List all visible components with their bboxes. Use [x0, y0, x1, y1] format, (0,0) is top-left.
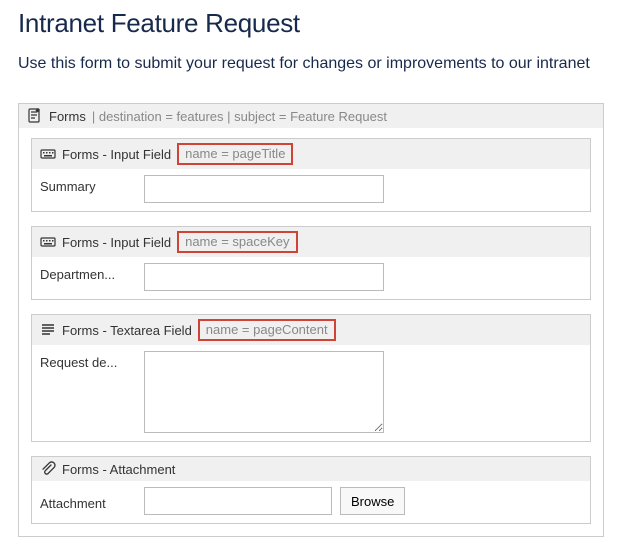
- macro-body: Forms - Input Field name = pageTitle Sum…: [19, 128, 603, 536]
- textarea-icon: [40, 322, 56, 338]
- field-type-label: Forms - Textarea Field: [62, 323, 192, 338]
- department-input[interactable]: [144, 263, 384, 291]
- field-page-title: Forms - Input Field name = pageTitle Sum…: [31, 138, 591, 212]
- field-space-key: Forms - Input Field name = spaceKey Depa…: [31, 226, 591, 300]
- macro-title: Forms: [49, 109, 86, 124]
- field-param-badge: name = spaceKey: [177, 231, 297, 253]
- page-subtitle: Use this form to submit your request for…: [18, 53, 604, 75]
- field-type-label: Forms - Input Field: [62, 147, 171, 162]
- field-param-badge: name = pageTitle: [177, 143, 293, 165]
- field-label-department: Departmen...: [40, 263, 136, 282]
- field-type-label: Forms - Attachment: [62, 462, 175, 477]
- field-header: Forms - Input Field name = pageTitle: [32, 139, 590, 169]
- field-label-attachment: Attachment: [40, 492, 136, 511]
- page-title: Intranet Feature Request: [18, 8, 604, 39]
- request-details-textarea[interactable]: [144, 351, 384, 433]
- field-page-content: Forms - Textarea Field name = pageConten…: [31, 314, 591, 442]
- forms-macro-header: Forms | destination = features | subject…: [19, 104, 603, 128]
- keyboard-icon: [40, 146, 56, 162]
- field-label-summary: Summary: [40, 175, 136, 194]
- field-header: Forms - Textarea Field name = pageConten…: [32, 315, 590, 345]
- field-header: Forms - Attachment: [32, 457, 590, 481]
- field-label-request-details: Request de...: [40, 351, 136, 370]
- summary-input[interactable]: [144, 175, 384, 203]
- attachment-filename-box: [144, 487, 332, 515]
- field-param-badge: name = pageContent: [198, 319, 336, 341]
- browse-button[interactable]: Browse: [340, 487, 405, 515]
- forms-macro: Forms | destination = features | subject…: [18, 103, 604, 537]
- form-icon: [27, 108, 43, 124]
- field-header: Forms - Input Field name = spaceKey: [32, 227, 590, 257]
- keyboard-icon: [40, 234, 56, 250]
- field-type-label: Forms - Input Field: [62, 235, 171, 250]
- field-attachment: Forms - Attachment Attachment Browse: [31, 456, 591, 524]
- macro-params: | destination = features | subject = Fea…: [92, 109, 387, 124]
- paperclip-icon: [40, 461, 56, 477]
